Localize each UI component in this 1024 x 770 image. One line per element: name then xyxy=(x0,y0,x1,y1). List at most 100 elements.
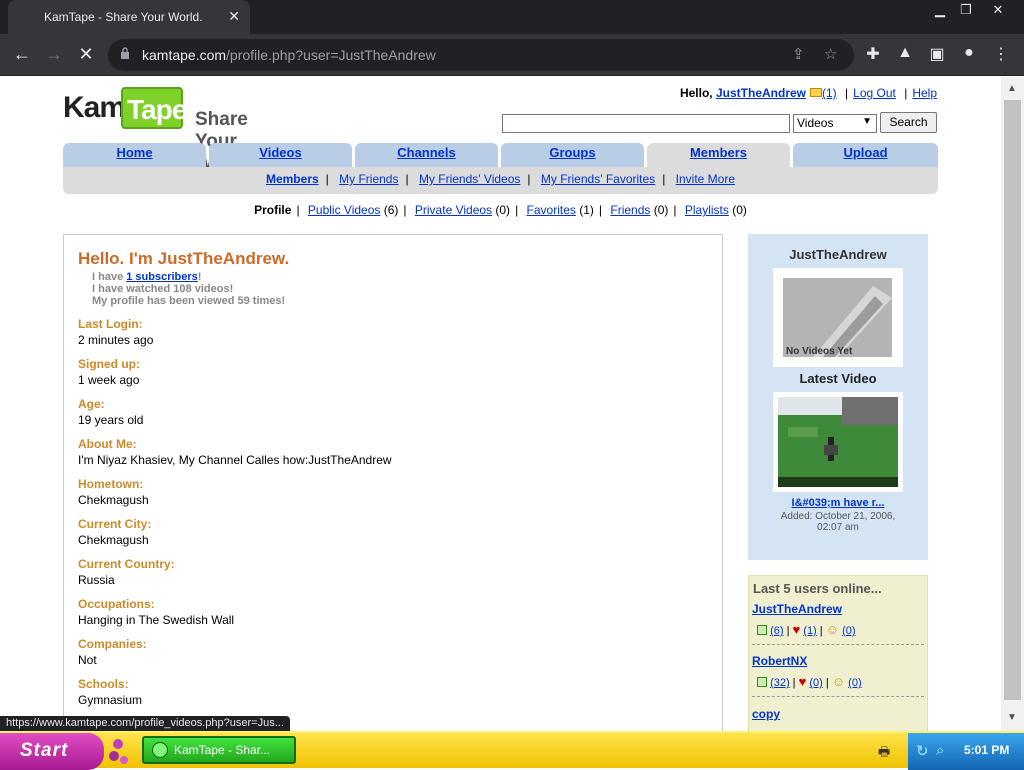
tray-device-icon[interactable]: 🖶 xyxy=(878,743,890,765)
restore-icon[interactable]: ❐ xyxy=(952,2,980,18)
page-viewport: Kam Tape Share Your World Hello, JustThe… xyxy=(0,77,1001,731)
scrollbar-thumb[interactable] xyxy=(1004,100,1021,700)
profile-nav-friends[interactable]: Friends xyxy=(610,203,650,217)
lab-flask-icon[interactable]: ▲ xyxy=(894,44,916,62)
share-icon[interactable]: ⇪ xyxy=(792,45,805,63)
videos-icon xyxy=(757,677,767,687)
user-favs-count[interactable]: (1) xyxy=(803,625,816,637)
field-value-companies: Not xyxy=(78,653,97,667)
subscribers-link[interactable]: 1 subscribers xyxy=(126,271,198,283)
public-videos-count: (6) xyxy=(383,203,399,217)
profile-info-box: Hello. I'm JustTheAndrew. I have 1 subsc… xyxy=(63,234,723,731)
tab-home[interactable]: Home xyxy=(63,143,206,167)
subnav-invite-more[interactable]: Invite More xyxy=(676,172,735,186)
user-favs-count[interactable]: (0) xyxy=(809,677,822,689)
scroll-down-icon[interactable]: ▼ xyxy=(1007,712,1017,723)
profile-nav-favorites[interactable]: Favorites xyxy=(527,203,576,217)
latest-video-title-link[interactable]: I&#039;m have r... xyxy=(748,497,928,509)
logout-link[interactable]: Log Out xyxy=(853,86,896,100)
tab-groups-label[interactable]: Groups xyxy=(549,145,595,160)
network-icon[interactable]: ↻ xyxy=(916,742,929,760)
subnav-my-friends-favorites[interactable]: My Friends' Favorites xyxy=(541,172,655,186)
sidebar-user-box: JustTheAndrew No Videos Yet Latest Video xyxy=(748,234,928,560)
tab-members[interactable]: Members xyxy=(647,143,790,167)
logo-tape-text: Tape xyxy=(127,94,187,125)
friends-smiley-icon: ☺ xyxy=(831,674,846,689)
subnav-my-friends[interactable]: My Friends xyxy=(339,172,398,186)
video-added-line2: 02:07 am xyxy=(817,522,859,533)
forward-icon[interactable]: → xyxy=(42,43,66,67)
browser-tabbar: KamTape - Share Your World. ✕ ▁ ❐ ✕ xyxy=(0,0,1024,34)
tab-upload-label[interactable]: Upload xyxy=(843,145,887,160)
tab-videos-label[interactable]: Videos xyxy=(259,145,301,160)
tab-channels[interactable]: Channels xyxy=(355,143,498,167)
search-category-select[interactable]: Videos ▼ xyxy=(793,114,877,133)
search-icon[interactable]: ⌕ xyxy=(936,742,944,759)
online-user-stats: (32) | ♥ (0) | ☺ (0) xyxy=(757,674,862,689)
tab-home-label[interactable]: Home xyxy=(116,145,152,160)
bookmark-star-icon[interactable]: ☆ xyxy=(824,45,837,63)
side-panel-icon[interactable]: ▣ xyxy=(926,44,948,64)
field-value-current-country: Russia xyxy=(78,573,115,587)
field-label-age: Age: xyxy=(78,397,105,411)
extensions-icon[interactable]: ✚ xyxy=(862,44,884,64)
latest-video-thumbnail[interactable] xyxy=(778,397,898,487)
subnav-members[interactable]: Members xyxy=(266,172,319,186)
user-friends-count[interactable]: (0) xyxy=(848,677,861,689)
minimize-icon[interactable]: ▁ xyxy=(926,2,954,18)
tab-channels-label[interactable]: Channels xyxy=(397,145,456,160)
user-friends-count[interactable]: (0) xyxy=(842,625,855,637)
favorites-count: (1) xyxy=(579,203,594,217)
menu-kebab-icon[interactable]: ⋮ xyxy=(990,44,1012,64)
videos-icon xyxy=(757,625,767,635)
private-videos-count: (0) xyxy=(495,203,511,217)
mail-count-link[interactable]: (1) xyxy=(822,86,837,100)
close-tab-icon[interactable]: ✕ xyxy=(228,8,240,25)
page-scrollbar[interactable]: ▲ ▼ xyxy=(1001,77,1024,731)
browser-tab[interactable]: KamTape - Share Your World. ✕ xyxy=(8,0,250,34)
back-icon[interactable]: ← xyxy=(10,43,34,67)
profile-avatar-icon[interactable]: ● xyxy=(958,44,980,62)
mail-icon[interactable] xyxy=(810,88,822,97)
header-username-link[interactable]: JustTheAndrew xyxy=(716,86,806,100)
subnav-my-friends-videos[interactable]: My Friends' Videos xyxy=(419,172,520,186)
stat-watched: I have watched 108 videos! xyxy=(92,283,234,295)
field-label-about-me: About Me: xyxy=(78,437,137,451)
profile-nav-public-videos[interactable]: Public Videos xyxy=(308,203,381,217)
field-value-hometown: Chekmagush xyxy=(78,493,149,507)
tab-members-label[interactable]: Members xyxy=(690,145,747,160)
user-videos-count[interactable]: (6) xyxy=(770,625,783,637)
tab-upload[interactable]: Upload xyxy=(793,143,938,167)
help-link[interactable]: Help xyxy=(912,86,937,100)
online-user-link[interactable]: RobertNX xyxy=(752,654,807,668)
address-bar[interactable]: kamtape.com/profile.php?user=JustTheAndr… xyxy=(108,39,854,71)
profile-nav-profile: Profile xyxy=(254,203,292,217)
hello-label: Hello, xyxy=(679,86,713,100)
online-user-link[interactable]: copy xyxy=(752,707,780,721)
latest-video-frame[interactable] xyxy=(773,392,903,492)
scroll-up-icon[interactable]: ▲ xyxy=(1007,83,1017,94)
close-window-icon[interactable]: ✕ xyxy=(984,2,1012,18)
tab-videos[interactable]: Videos xyxy=(209,143,352,167)
friends-smiley-icon: ☺ xyxy=(825,622,839,637)
user-videos-count[interactable]: (32) xyxy=(770,677,790,689)
logo-tape-badge: Tape xyxy=(121,87,187,129)
video-added-line1: Added: October 21, 2006, xyxy=(780,511,896,522)
online-user-link[interactable]: JustTheAndrew xyxy=(752,602,842,616)
field-value-last-login: 2 minutes ago xyxy=(78,333,154,347)
os-taskbar: Start KamTape - Shar... 🖶 ↻ ⌕ 5:01 PM xyxy=(0,731,1024,770)
tray-clock[interactable]: 5:01 PM xyxy=(964,743,1009,757)
tab-groups[interactable]: Groups xyxy=(501,143,644,167)
field-label-hometown: Hometown: xyxy=(78,477,144,491)
stop-loading-icon[interactable]: ✕ xyxy=(74,43,98,67)
taskbar-window-kamtape[interactable]: KamTape - Shar... xyxy=(142,736,296,764)
stat-viewed: My profile has been viewed 59 times! xyxy=(92,295,286,307)
chevron-down-icon: ▼ xyxy=(862,116,872,127)
search-button[interactable]: Search xyxy=(880,112,937,133)
search-input[interactable] xyxy=(502,114,790,133)
profile-nav-private-videos[interactable]: Private Videos xyxy=(415,203,492,217)
profile-nav-playlists[interactable]: Playlists xyxy=(685,203,729,217)
start-button[interactable]: Start xyxy=(0,733,104,770)
status-link-preview: https://www.kamtape.com/profile_videos.p… xyxy=(0,716,290,731)
field-value-age: 19 years old xyxy=(78,413,144,427)
